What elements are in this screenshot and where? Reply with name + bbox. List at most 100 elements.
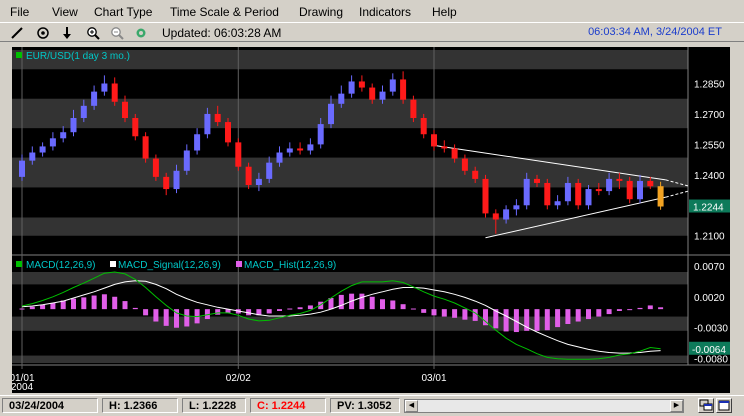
macd-hist-bar[interactable] [153, 309, 159, 322]
macd-hist-bar[interactable] [19, 308, 25, 310]
candle-body[interactable] [420, 118, 427, 135]
macd-hist-bar[interactable] [431, 309, 437, 316]
candle-body[interactable] [266, 162, 273, 179]
macd-hist-bar[interactable] [215, 309, 221, 315]
macd-hist-bar[interactable] [163, 309, 169, 326]
crosshair-icon[interactable] [34, 24, 51, 41]
candle-body[interactable] [410, 99, 417, 119]
candle-body[interactable] [554, 201, 561, 206]
macd-hist-bar[interactable] [81, 297, 87, 310]
candle-body[interactable] [307, 144, 314, 151]
macd-hist-bar[interactable] [101, 294, 107, 310]
candle-body[interactable] [297, 148, 304, 151]
macd-hist-bar[interactable] [112, 296, 118, 310]
candle-body[interactable] [142, 136, 149, 159]
refresh-icon[interactable] [132, 24, 149, 41]
candle-body[interactable] [544, 182, 551, 206]
candle-body[interactable] [122, 101, 128, 119]
candle-body[interactable] [225, 122, 231, 143]
candle-body[interactable] [317, 124, 324, 145]
candle-body[interactable] [214, 113, 221, 123]
macd-hist-bar[interactable] [91, 295, 97, 310]
macd-hist-bar[interactable] [143, 309, 149, 316]
candle-body[interactable] [513, 205, 520, 210]
candle-body[interactable] [472, 170, 479, 179]
candle-body[interactable] [657, 186, 664, 207]
macd-hist-bar[interactable] [122, 301, 128, 310]
menu-time-scale-period[interactable]: Time Scale & Period [170, 5, 279, 19]
menu-help[interactable]: Help [432, 5, 457, 19]
candle-body[interactable] [91, 91, 98, 106]
price-chart[interactable]: 1.2850 1.2700 1.2550 1.2400 1.2100 1.2244 0.00… [12, 47, 730, 393]
candle-body[interactable] [245, 166, 252, 185]
candle-body[interactable] [647, 180, 654, 187]
macd-hist-bar[interactable] [637, 307, 643, 310]
candle-body[interactable] [235, 142, 242, 167]
macd-hist-bar[interactable] [647, 305, 653, 310]
macd-hist-bar[interactable] [565, 309, 571, 324]
macd-hist-bar[interactable] [266, 309, 272, 314]
macd-hist-bar[interactable] [503, 309, 509, 332]
candle-body[interactable] [451, 148, 458, 159]
candle-body[interactable] [39, 146, 46, 153]
candle-body[interactable] [482, 178, 489, 214]
candle-body[interactable] [441, 146, 448, 149]
macd-hist-bar[interactable] [369, 296, 375, 310]
menu-chart-type[interactable]: Chart Type [94, 5, 152, 19]
candle-body[interactable] [503, 209, 510, 220]
macd-hist-bar[interactable] [380, 299, 385, 310]
macd-hist-bar[interactable] [338, 294, 344, 310]
candle-body[interactable] [183, 150, 190, 171]
candle-body[interactable] [60, 132, 67, 139]
candle-body[interactable] [132, 118, 139, 137]
menu-file[interactable]: File [10, 5, 29, 19]
macd-hist-bar[interactable] [627, 309, 633, 311]
candle-body[interactable] [49, 138, 56, 147]
candle-body[interactable] [101, 83, 108, 92]
macd-hist-bar[interactable] [575, 309, 581, 322]
macd-hist-bar[interactable] [586, 309, 591, 320]
candle-body[interactable] [163, 176, 170, 190]
tile-window-icon[interactable] [716, 398, 732, 413]
menu-view[interactable]: View [52, 5, 78, 19]
candle-body[interactable] [585, 189, 592, 206]
macd-hist-bar[interactable] [410, 308, 416, 310]
macd-hist-bar[interactable] [71, 298, 76, 310]
candle-body[interactable] [595, 189, 602, 192]
macd-hist-bar[interactable] [421, 309, 427, 313]
zoom-in-icon[interactable] [84, 24, 101, 41]
candle-body[interactable] [358, 81, 365, 88]
candle-body[interactable] [400, 79, 407, 100]
macd-hist-bar[interactable] [555, 309, 561, 328]
macd-hist-bar[interactable] [462, 309, 468, 320]
macd-line[interactable] [21, 271, 661, 360]
candle-body[interactable] [19, 160, 25, 177]
macd-hist-bar[interactable] [29, 306, 35, 310]
macd-hist-bar[interactable] [400, 304, 406, 310]
candle-body[interactable] [152, 158, 159, 177]
candle-body[interactable] [328, 103, 334, 125]
candle-body[interactable] [637, 180, 643, 200]
download-icon[interactable] [58, 24, 75, 41]
candle-body[interactable] [29, 152, 36, 161]
candle-body[interactable] [534, 178, 540, 183]
candle-body[interactable] [80, 105, 87, 119]
cascade-window-icon[interactable] [698, 398, 714, 413]
macd-hist-bar[interactable] [534, 309, 540, 331]
candle-body[interactable] [369, 87, 376, 100]
candle-body[interactable] [276, 152, 283, 163]
zoom-out-icon[interactable] [108, 24, 125, 41]
macd-hist-bar[interactable] [441, 309, 447, 317]
menu-drawing[interactable]: Drawing [299, 5, 343, 19]
candle-body[interactable] [606, 178, 613, 192]
menu-indicators[interactable]: Indicators [359, 5, 411, 19]
candle-body[interactable] [575, 182, 582, 206]
macd-hist-bar[interactable] [132, 307, 138, 310]
macd-hist-bar[interactable] [50, 302, 56, 310]
macd-hist-bar[interactable] [297, 307, 303, 310]
macd-hist-bar[interactable] [390, 300, 396, 310]
candle-body[interactable] [461, 158, 468, 171]
macd-hist-bar[interactable] [606, 309, 612, 315]
candle-body[interactable] [194, 134, 201, 151]
candle-body[interactable] [379, 91, 386, 100]
